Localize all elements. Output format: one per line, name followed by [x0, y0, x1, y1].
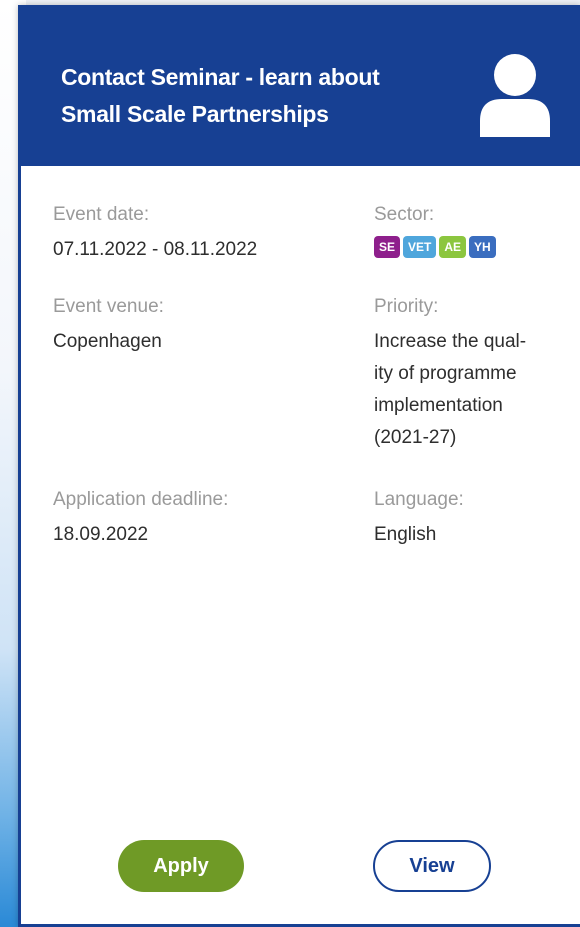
event-card: Contact Seminar - learn about Small Scal…: [18, 5, 580, 927]
priority-line: (2021-27): [374, 427, 457, 448]
application-deadline-field: Application deadline: 18.09.2022: [53, 488, 228, 551]
event-venue-value: Copenhagen: [53, 331, 162, 352]
priority-line: ity of programme: [374, 363, 517, 384]
event-date-label: Event date:: [53, 204, 150, 225]
language-field: Language: English: [374, 488, 464, 551]
sector-label: Sector:: [374, 204, 435, 225]
user-avatar-icon: [480, 54, 550, 137]
event-title: Contact Seminar - learn about Small Scal…: [61, 64, 380, 127]
sector-badge-vet: VET: [403, 236, 437, 258]
event-venue-label: Event venue:: [53, 296, 164, 317]
sector-badges: SE VET AE YH: [374, 236, 496, 258]
priority-value: Increase the qual- ity of programme impl…: [374, 326, 564, 454]
language-value: English: [374, 524, 437, 545]
sector-badge-ae: AE: [439, 236, 467, 258]
priority-field: Priority: Increase the qual- ity of prog…: [374, 295, 564, 454]
event-venue-field: Event venue: Copenhagen: [53, 295, 164, 358]
language-label: Language:: [374, 489, 464, 510]
event-date-value: 07.11.2022 - 08.11.2022: [53, 239, 258, 260]
priority-label: Priority:: [374, 296, 439, 317]
sector-badge-yh: YH: [469, 236, 496, 258]
sector-field: Sector: SE VET AE YH: [374, 203, 496, 258]
priority-line: implementation: [374, 395, 503, 416]
sector-badge-se: SE: [374, 236, 401, 258]
priority-line: Increase the qual-: [374, 331, 527, 352]
application-deadline-label: Application deadline:: [53, 489, 229, 510]
event-date-field: Event date: 07.11.2022 - 08.11.2022: [53, 203, 257, 266]
card-header: Contact Seminar - learn about Small Scal…: [21, 5, 580, 166]
view-button[interactable]: View: [373, 840, 491, 892]
apply-button[interactable]: Apply: [118, 840, 244, 892]
application-deadline-value: 18.09.2022: [53, 524, 149, 545]
